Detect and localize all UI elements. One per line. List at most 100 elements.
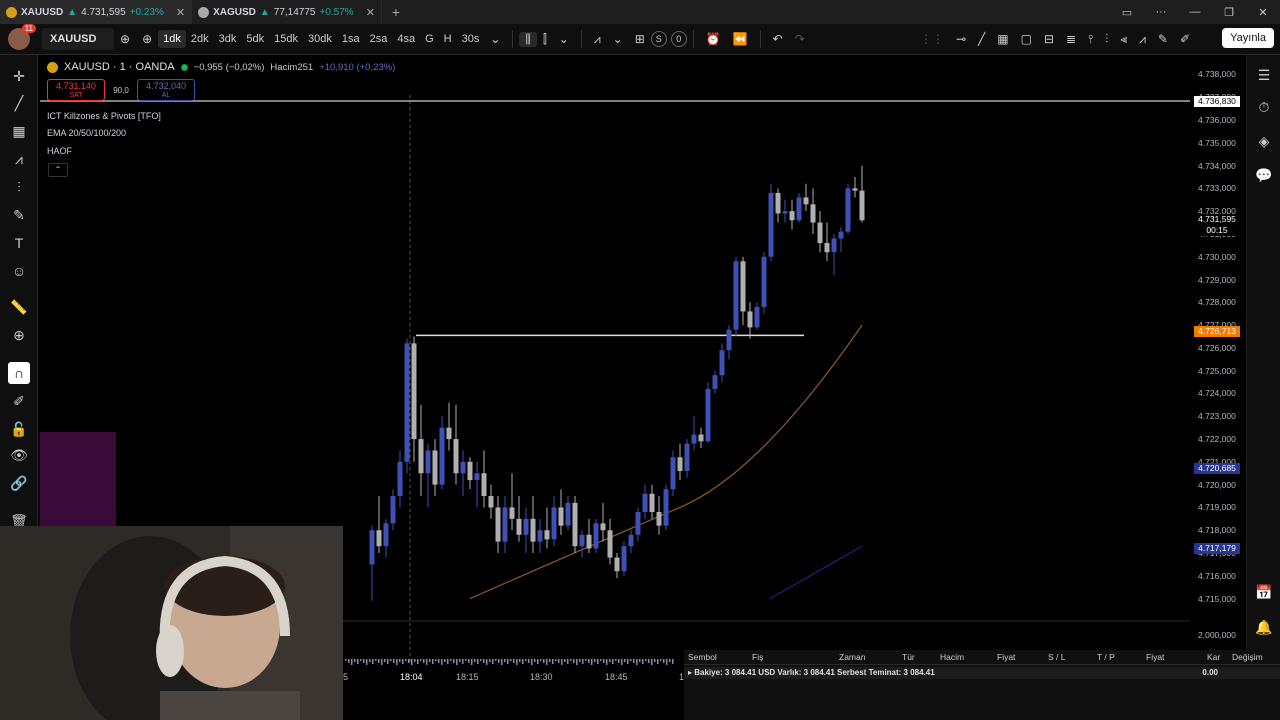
col-price[interactable]: Fiyat <box>997 652 1015 662</box>
chat-icon[interactable]: 💬 <box>1254 165 1274 185</box>
indicator-ema[interactable]: EMA 20/50/100/200 <box>47 128 126 138</box>
crosshair-icon[interactable]: ✛ <box>8 65 30 87</box>
col-ticket[interactable]: Fiş <box>752 652 763 662</box>
publish-button[interactable]: Yayınla <box>1222 28 1274 48</box>
col-change[interactable]: Değişim <box>1232 652 1263 662</box>
pattern-icon[interactable]: ⩘ <box>8 148 30 170</box>
add-icon[interactable]: ⊕ <box>136 32 158 46</box>
clock-icon[interactable]: ⏱ <box>1254 97 1274 117</box>
close-window-icon[interactable]: ✕ <box>1246 6 1280 19</box>
maximize-icon[interactable]: ❐ <box>1212 6 1246 19</box>
collapse-legend-button[interactable]: ⌃ <box>48 163 68 177</box>
col-sl[interactable]: S / L <box>1048 652 1065 662</box>
link-icon[interactable]: 🔗 <box>8 472 30 494</box>
timeframe-30s[interactable]: 30s <box>457 30 485 48</box>
col-tp[interactable]: T / P <box>1097 652 1115 662</box>
text-icon[interactable]: T <box>8 232 30 254</box>
close-icon[interactable]: ✕ <box>366 6 375 19</box>
horizontal-ray-icon[interactable]: ⊸ <box>950 32 972 46</box>
col-type[interactable]: Tür <box>902 652 915 662</box>
position-icon[interactable]: ⊟ <box>1038 32 1060 46</box>
more-icon[interactable]: ··· <box>1144 6 1178 18</box>
avatar[interactable]: 11 <box>8 24 36 50</box>
price-axis[interactable]: 4.738,0004.737,0004.736,0004.735,0004.73… <box>1192 55 1244 665</box>
vertical-line-icon[interactable]: ⫯ <box>1082 32 1099 47</box>
layout-icon[interactable]: ⊞ <box>629 32 651 46</box>
buy-button[interactable]: 4.732,040 AL <box>137 79 195 101</box>
s-button[interactable]: S <box>650 31 667 47</box>
undo-icon[interactable]: ↶ <box>767 32 789 46</box>
fib-grid-icon[interactable]: ▦ <box>8 120 30 142</box>
rectangle-icon[interactable]: ▢ <box>1015 32 1038 46</box>
timeframe-5dk[interactable]: 5dk <box>241 30 269 48</box>
calendar-icon[interactable]: 📅 <box>1254 582 1274 602</box>
timeframe-1sa[interactable]: 1sa <box>337 30 365 48</box>
watchlist-icon[interactable]: ☰ <box>1254 65 1274 85</box>
pitchfork-icon[interactable]: ⫷ <box>1114 32 1133 47</box>
chevron-down-icon[interactable]: ⌄ <box>484 32 506 46</box>
chevron-down-icon[interactable]: ⌄ <box>553 32 575 46</box>
parallel-channel-icon[interactable]: ⫶ <box>1099 32 1114 47</box>
lock-icon[interactable]: 🔓 <box>8 418 30 440</box>
col-volume[interactable]: Hacim <box>940 652 964 662</box>
brush-icon[interactable]: ✐ <box>1174 32 1196 46</box>
eye-icon[interactable]: 👁 <box>8 444 30 466</box>
ruler-icon[interactable]: 📏 <box>8 296 30 318</box>
indicators-icon[interactable]: ⩘ <box>588 32 607 47</box>
compare-icon[interactable]: ⊕ <box>114 32 136 46</box>
timeframe-30dk[interactable]: 30dk <box>303 30 337 48</box>
indicator-haof[interactable]: HAOF <box>47 146 72 156</box>
drag-handle-icon[interactable]: ⋮⋮ <box>914 32 950 46</box>
volume-bar <box>375 659 377 661</box>
zoom-icon[interactable]: ⊕ <box>8 324 30 346</box>
brush-icon[interactable]: ✎ <box>8 204 30 226</box>
chevron-down-icon[interactable]: ⌄ <box>607 32 629 46</box>
time-label: 18:30 <box>530 672 553 682</box>
lock-draw-icon[interactable]: ✐ <box>8 390 30 412</box>
close-icon[interactable]: ✕ <box>176 6 185 19</box>
symbol-search[interactable]: XAUUSD <box>42 28 114 50</box>
trend-line-icon[interactable]: ╱ <box>8 92 30 114</box>
chat-icon[interactable]: ▭ <box>1110 6 1144 19</box>
alert-icon[interactable]: ⏰ <box>700 32 727 46</box>
timeframe-h[interactable]: H <box>439 30 457 48</box>
zero-button[interactable]: 0 <box>670 31 687 47</box>
fib-icon[interactable]: ≣ <box>1060 32 1082 46</box>
col-time[interactable]: Zaman <box>839 652 865 662</box>
tab-xauusd[interactable]: XAUUSD ▲ 4.731,595 +0.23% ✕ <box>0 0 193 24</box>
timeframe-1dk[interactable]: 1dk <box>158 30 186 48</box>
bar-style-icon[interactable]: ⫿ <box>537 32 553 47</box>
sell-button[interactable]: 4.731,140 SAT <box>47 79 105 101</box>
timeframe-2dk[interactable]: 2dk <box>186 30 214 48</box>
forecast-icon[interactable]: ⫶ <box>8 176 30 198</box>
indicator-ict-killzones[interactable]: ICT Killzones & Pivots [TFO] <box>47 111 161 121</box>
timeframe-3dk[interactable]: 3dk <box>214 30 242 48</box>
magnet-icon[interactable]: ∩ <box>8 362 30 384</box>
bell-icon[interactable]: 🔔 <box>1254 617 1274 637</box>
timeframe-4sa[interactable]: 4sa <box>392 30 420 48</box>
grid-icon[interactable]: ▦ <box>991 32 1014 46</box>
col-symbol[interactable]: Sembol <box>688 652 717 662</box>
timeframe-15dk[interactable]: 15dk <box>269 30 303 48</box>
timeframe-g[interactable]: G <box>420 30 439 48</box>
minimize-icon[interactable]: — <box>1178 6 1212 18</box>
volume-bar <box>585 659 587 661</box>
col-profit[interactable]: Kar <box>1207 652 1220 662</box>
trend-line-icon[interactable]: ╱ <box>972 32 991 46</box>
candle-body <box>369 530 375 565</box>
volume-bar <box>504 659 506 662</box>
emoji-icon[interactable]: ☺ <box>8 260 30 282</box>
tab-xagusd[interactable]: XAGUSD ▲ 77,14775 +0.57% ✕ <box>192 0 382 24</box>
new-tab-icon[interactable]: + <box>382 4 410 20</box>
candles-icon[interactable]: ⫼ <box>519 31 537 47</box>
price-tick-label: 4.725,000 <box>1198 365 1236 376</box>
balance-text: Bakiye: 3 084.41 USD Varlık: 3 084.41 Se… <box>694 668 935 677</box>
col-price2[interactable]: Fiyat <box>1146 652 1164 662</box>
redo-icon[interactable]: ↷ <box>789 32 811 46</box>
volume-bar <box>381 659 383 665</box>
timeframe-2sa[interactable]: 2sa <box>365 30 393 48</box>
pen-icon[interactable]: ✎ <box>1152 32 1174 46</box>
replay-icon[interactable]: ⏪ <box>727 32 754 46</box>
pattern-icon[interactable]: ⩘ <box>1133 32 1152 47</box>
layers-icon[interactable]: ◈ <box>1254 131 1274 151</box>
